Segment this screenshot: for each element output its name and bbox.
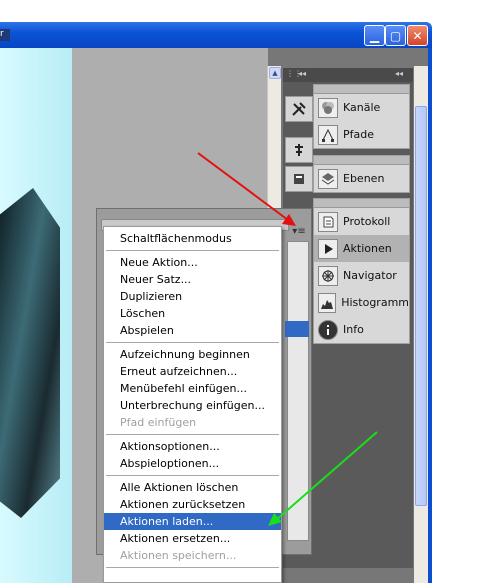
panel-label: Pfade xyxy=(343,128,374,141)
panel-label: Protokoll xyxy=(343,215,391,228)
group-tab[interactable] xyxy=(314,156,409,165)
panel-item-actions[interactable]: Aktionen xyxy=(314,235,409,262)
menu-item-insert-menu-item[interactable]: Menübefehl einfügen... xyxy=(104,380,281,397)
channels-icon xyxy=(318,97,338,118)
panel-label: Info xyxy=(343,323,364,336)
info-icon xyxy=(318,319,338,340)
panel-label: Kanäle xyxy=(343,101,381,114)
panel-label: Navigator xyxy=(343,269,397,282)
panel-label: Ebenen xyxy=(343,172,385,185)
menu-separator xyxy=(106,567,279,568)
panel-label: Aktionen xyxy=(343,242,392,255)
menu-separator xyxy=(106,250,279,251)
panel-item-history[interactable]: Protokoll xyxy=(314,208,409,235)
panel-item-navigator[interactable]: Navigator xyxy=(314,262,409,289)
layer-comps-icon[interactable] xyxy=(285,166,313,192)
menu-item-action-options[interactable]: Aktionsoptionen... xyxy=(104,438,281,455)
menu-item-replace-actions[interactable]: Aktionen ersetzen... xyxy=(104,530,281,547)
panel-group-layers: Ebenen xyxy=(313,155,410,193)
panel-item-paths[interactable]: Pfade xyxy=(314,121,409,148)
panel-label: Histogramm xyxy=(341,296,409,309)
scroll-up-arrow-icon[interactable]: ▲ xyxy=(269,67,281,79)
menu-item-duplicate[interactable]: Duplizieren xyxy=(104,288,281,305)
menu-item-reset-actions[interactable]: Aktionen zurücksetzen xyxy=(104,496,281,513)
tools-icon[interactable] xyxy=(285,96,313,122)
menu-separator xyxy=(106,475,279,476)
clone-source-icon[interactable] xyxy=(285,137,313,163)
minimize-button[interactable]: ▁ xyxy=(364,25,385,46)
collapse-icons-icon[interactable]: ◂◂ xyxy=(298,69,306,78)
menu-item-save-actions[interactable]: Aktionen speichern... xyxy=(104,547,281,564)
document-canvas[interactable] xyxy=(0,48,72,583)
actions-panel-menu: Schaltflächenmodus Neue Aktion... Neuer … xyxy=(103,226,282,583)
group-tab[interactable] xyxy=(314,199,409,208)
selected-row-fragment xyxy=(285,321,309,337)
group-tab[interactable] xyxy=(314,85,409,94)
panel-item-channels[interactable]: Kanäle xyxy=(314,94,409,121)
panel-group-channels: Kanäle Pfade xyxy=(313,84,410,149)
menu-item-delete[interactable]: Löschen xyxy=(104,305,281,322)
dock-header: ⋮⋮ ◂◂ ◂◂ xyxy=(283,68,413,82)
panel-item-info[interactable]: Info xyxy=(314,316,409,343)
menu-item-button-mode[interactable]: Schaltflächenmodus xyxy=(104,230,281,247)
histogram-icon xyxy=(318,292,337,313)
panel-item-layers[interactable]: Ebenen xyxy=(314,165,409,192)
menu-item-insert-path[interactable]: Pfad einfügen xyxy=(104,414,281,431)
panel-menu-button[interactable]: ▾≡ xyxy=(290,226,308,240)
layers-icon xyxy=(318,168,338,189)
dock-scroll-thumb[interactable] xyxy=(415,106,427,506)
menu-item-insert-stop[interactable]: Unterbrechung einfügen... xyxy=(104,397,281,414)
menu-item-clear-all-actions[interactable]: Alle Aktionen löschen xyxy=(104,479,281,496)
menu-separator xyxy=(106,434,279,435)
actions-icon xyxy=(318,238,338,259)
menu-item-load-actions[interactable]: Aktionen laden... xyxy=(104,513,281,530)
paths-icon xyxy=(318,124,338,145)
document-image xyxy=(0,188,60,518)
panel-item-histogram[interactable]: Histogramm xyxy=(314,289,409,316)
window-title-fragment: r xyxy=(0,29,10,41)
history-icon xyxy=(318,211,338,232)
dock-scrollbar[interactable] xyxy=(414,66,428,583)
menu-item-new-action[interactable]: Neue Aktion... xyxy=(104,254,281,271)
menu-item-new-set[interactable]: Neuer Satz... xyxy=(104,271,281,288)
panel-group-history: Protokoll Aktionen Navigator Histogramm … xyxy=(313,198,410,344)
menu-item-start-recording[interactable]: Aufzeichnung beginnen xyxy=(104,346,281,363)
menu-item-play[interactable]: Abspielen xyxy=(104,322,281,339)
menu-item-record-again[interactable]: Erneut aufzeichnen... xyxy=(104,363,281,380)
panel-scrollbar[interactable] xyxy=(287,241,309,541)
collapse-panels-icon[interactable]: ◂◂ xyxy=(395,69,403,78)
maximize-button[interactable]: ▢ xyxy=(385,25,406,46)
menu-separator xyxy=(106,342,279,343)
menu-item-playback-options[interactable]: Abspieloptionen... xyxy=(104,455,281,472)
window-titlebar: r ▁ ▢ ✕ xyxy=(0,0,480,48)
close-button[interactable]: ✕ xyxy=(407,25,428,46)
navigator-icon xyxy=(318,265,338,286)
